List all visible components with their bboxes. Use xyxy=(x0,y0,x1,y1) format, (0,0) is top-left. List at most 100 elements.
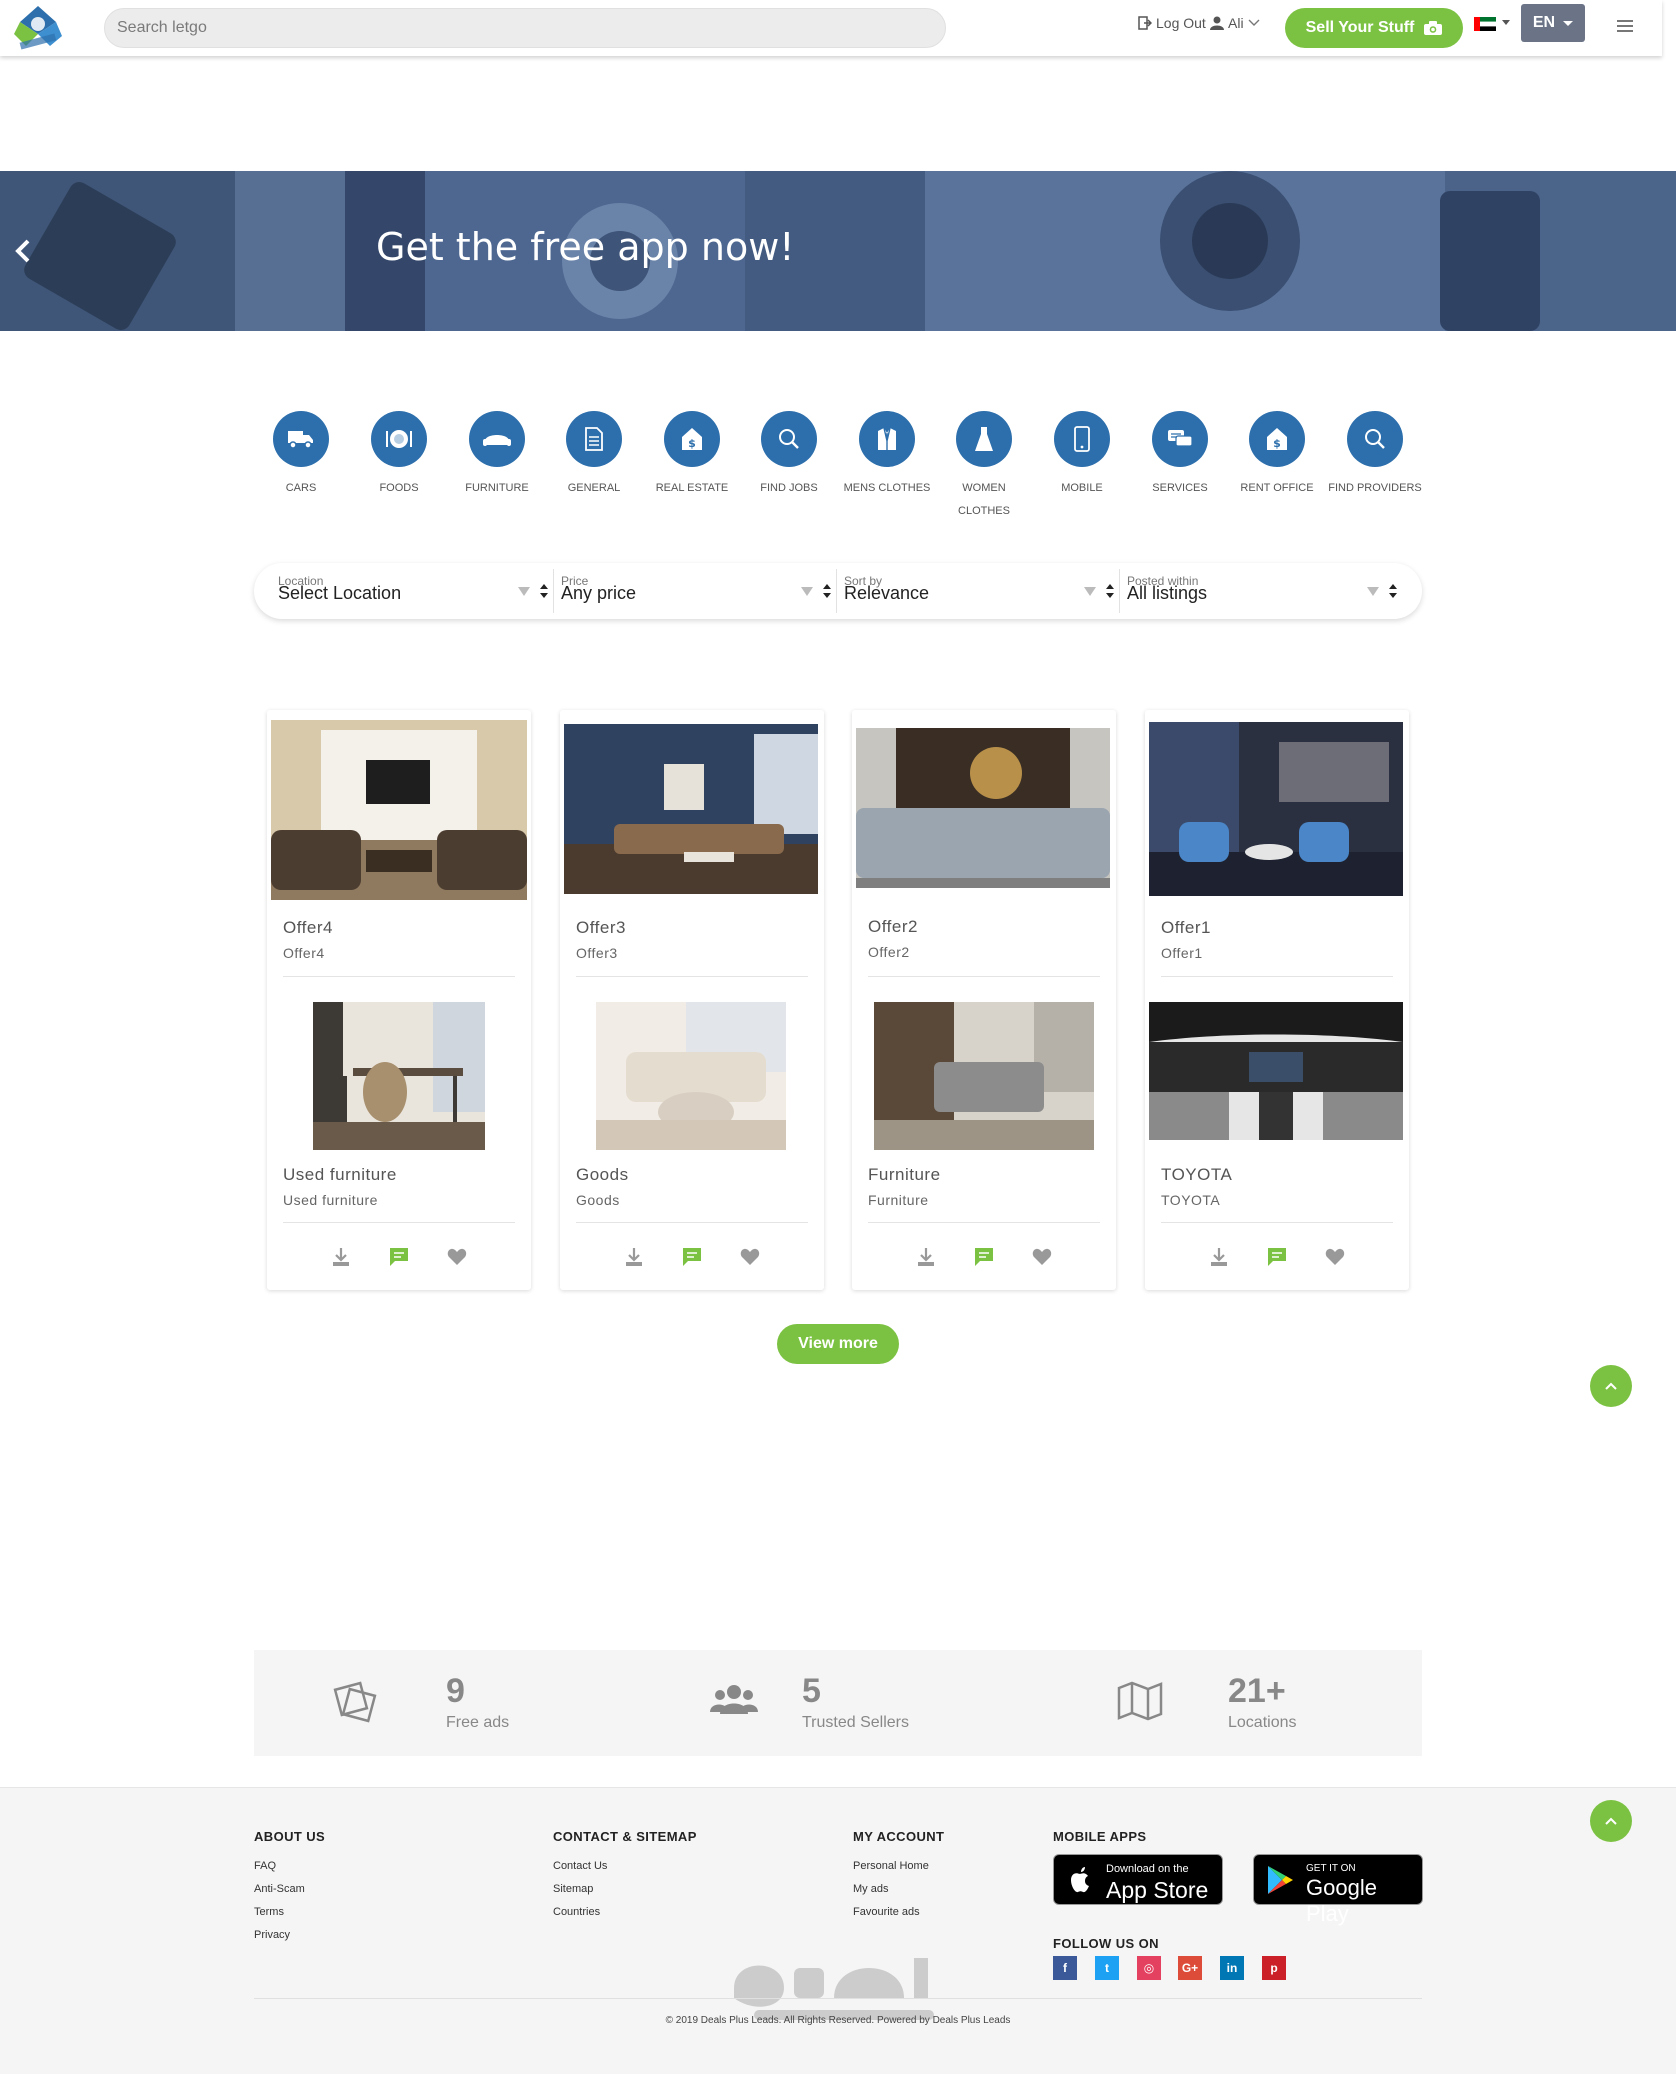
heart-icon[interactable] xyxy=(1324,1246,1346,1268)
house-dollar-icon: $ xyxy=(1267,428,1287,450)
category-rent-office[interactable]: $ RENT OFFICE xyxy=(1228,411,1326,500)
heart-icon[interactable] xyxy=(1031,1246,1053,1268)
listing-title[interactable]: Used furniture xyxy=(283,1165,397,1185)
footer-link-countries[interactable]: Countries xyxy=(553,1906,600,1918)
listing-title[interactable]: Furniture xyxy=(868,1165,941,1185)
listing-image[interactable] xyxy=(1149,1002,1403,1140)
house-dollar-icon: $ xyxy=(682,428,702,450)
message-icon[interactable] xyxy=(681,1246,703,1268)
listing-card[interactable]: Offer2 Offer2 Furniture Furniture xyxy=(852,710,1116,1290)
category-label: RENT OFFICE xyxy=(1240,482,1314,494)
filter-value: Select Location xyxy=(278,583,402,603)
listing-card[interactable]: Offer3 Offer3 Goods Goods xyxy=(560,710,824,1290)
view-more-button[interactable]: View more xyxy=(777,1324,899,1364)
twitter-icon[interactable]: t xyxy=(1095,1956,1119,1980)
flag-caret-icon[interactable] xyxy=(1502,20,1510,25)
category-real-estate[interactable]: $ REAL ESTATE xyxy=(643,411,741,500)
footer-link-my-ads[interactable]: My ads xyxy=(853,1883,888,1895)
instagram-icon[interactable]: ◎ xyxy=(1137,1956,1161,1980)
scroll-to-top-button[interactable] xyxy=(1590,1365,1632,1407)
listing-image[interactable] xyxy=(313,1002,485,1150)
banner-title: Get the free app now! xyxy=(376,225,795,269)
message-icon[interactable] xyxy=(1266,1246,1288,1268)
pinterest-icon[interactable]: p xyxy=(1262,1956,1286,1980)
message-icon[interactable] xyxy=(388,1246,410,1268)
follow-us-heading: FOLLOW US ON xyxy=(1053,1936,1159,1951)
sort-by-filter[interactable]: Sort by Relevance xyxy=(820,563,1114,619)
footer-link-sitemap[interactable]: Sitemap xyxy=(553,1883,593,1895)
listing-card[interactable]: Offer4 Offer4 Used furniture Used furnit… xyxy=(267,710,531,1290)
svg-text:$: $ xyxy=(688,437,696,450)
offer-title[interactable]: Offer1 xyxy=(1161,918,1211,938)
price-filter[interactable]: Price Any price xyxy=(537,563,831,619)
google-play-button[interactable]: GET IT ON Google Play xyxy=(1253,1854,1423,1926)
download-icon[interactable] xyxy=(1208,1246,1230,1268)
download-icon[interactable] xyxy=(623,1246,645,1268)
download-icon[interactable] xyxy=(915,1246,937,1268)
footer-link-personal-home[interactable]: Personal Home xyxy=(853,1860,929,1872)
listing-image[interactable] xyxy=(874,1002,1094,1150)
listing-image[interactable] xyxy=(596,1002,786,1150)
offer-subtitle: Offer3 xyxy=(576,945,618,961)
chevron-left-icon[interactable] xyxy=(10,237,34,265)
user-menu[interactable]: Ali xyxy=(1210,15,1260,31)
offer-title[interactable]: Offer3 xyxy=(576,918,626,938)
facebook-icon[interactable]: f xyxy=(1053,1956,1077,1980)
category-services[interactable]: SERVICES xyxy=(1131,411,1229,500)
offer-image[interactable] xyxy=(271,720,527,900)
location-filter[interactable]: Location Select Location xyxy=(254,563,548,619)
search-input[interactable] xyxy=(104,8,946,48)
user-name: Ali xyxy=(1228,15,1244,31)
listing-title[interactable]: TOYOTA xyxy=(1161,1165,1232,1185)
message-icon[interactable] xyxy=(973,1246,995,1268)
offer-image[interactable] xyxy=(856,728,1110,888)
sort-arrows-icon xyxy=(1389,584,1397,598)
category-women-clothes[interactable]: WOMEN CLOTHES xyxy=(935,411,1033,523)
category-foods[interactable]: FOODS xyxy=(350,411,448,500)
footer-link-contact-us[interactable]: Contact Us xyxy=(553,1860,607,1872)
top-header: Log Out Ali Sell Your Stuff EN xyxy=(0,0,1662,56)
category-general[interactable]: GENERAL xyxy=(545,411,643,500)
heart-icon[interactable] xyxy=(446,1246,468,1268)
footer-link-terms[interactable]: Terms xyxy=(254,1906,284,1918)
mobile-apps-heading: MOBILE APPS xyxy=(1053,1829,1147,1844)
app-promo-banner[interactable]: Get the free app now! xyxy=(0,171,1676,331)
apple-icon xyxy=(1071,1867,1089,1893)
posted-within-filter[interactable]: Posted within All listings xyxy=(1103,563,1397,619)
stat-label: Trusted Sellers xyxy=(802,1714,909,1731)
scroll-to-top-button-footer[interactable] xyxy=(1590,1800,1632,1842)
site-logo[interactable] xyxy=(12,4,64,52)
footer-link-faq[interactable]: FAQ xyxy=(254,1860,276,1872)
linkedin-icon[interactable]: in xyxy=(1220,1956,1244,1980)
phone-icon xyxy=(1074,426,1090,452)
footer xyxy=(0,1787,1676,2074)
offer-title[interactable]: Offer2 xyxy=(868,917,918,937)
listing-title[interactable]: Goods xyxy=(576,1165,629,1185)
footer-link-favourite-ads[interactable]: Favourite ads xyxy=(853,1906,920,1918)
offer-title[interactable]: Offer4 xyxy=(283,918,333,938)
listing-card[interactable]: Offer1 Offer1 TOYOTA TOYOTA xyxy=(1145,710,1409,1290)
sell-your-stuff-button[interactable]: Sell Your Stuff xyxy=(1285,8,1463,48)
hamburger-menu-icon[interactable] xyxy=(1617,20,1633,34)
google-plus-icon[interactable]: G+ xyxy=(1178,1956,1202,1980)
copyright-text: © 2019 Deals Plus Leads. All Rights Rese… xyxy=(665,2015,1011,2026)
footer-link-anti-scam[interactable]: Anti-Scam xyxy=(254,1883,305,1895)
category-furniture[interactable]: FURNITURE xyxy=(448,411,546,500)
user-icon xyxy=(1210,16,1224,30)
logout-link[interactable]: Log Out xyxy=(1138,15,1206,31)
offer-image[interactable] xyxy=(564,724,818,894)
uae-flag-icon[interactable] xyxy=(1474,17,1496,31)
language-button[interactable]: EN xyxy=(1521,4,1585,42)
category-mens-clothes[interactable]: MENS CLOTHES xyxy=(838,411,936,500)
category-find-providers[interactable]: FIND PROVIDERS xyxy=(1326,411,1424,500)
heart-icon[interactable] xyxy=(739,1246,761,1268)
category-cars[interactable]: CARS xyxy=(252,411,350,500)
stat-number: 21+ xyxy=(1228,1672,1286,1710)
footer-link-privacy[interactable]: Privacy xyxy=(254,1929,290,1941)
app-store-button[interactable]: Download on the App Store xyxy=(1053,1854,1223,1905)
chevron-down-icon xyxy=(1248,19,1260,26)
category-find-jobs[interactable]: FIND JOBS xyxy=(740,411,838,500)
category-mobile[interactable]: MOBILE xyxy=(1033,411,1131,500)
download-icon[interactable] xyxy=(330,1246,352,1268)
offer-image[interactable] xyxy=(1149,722,1403,896)
